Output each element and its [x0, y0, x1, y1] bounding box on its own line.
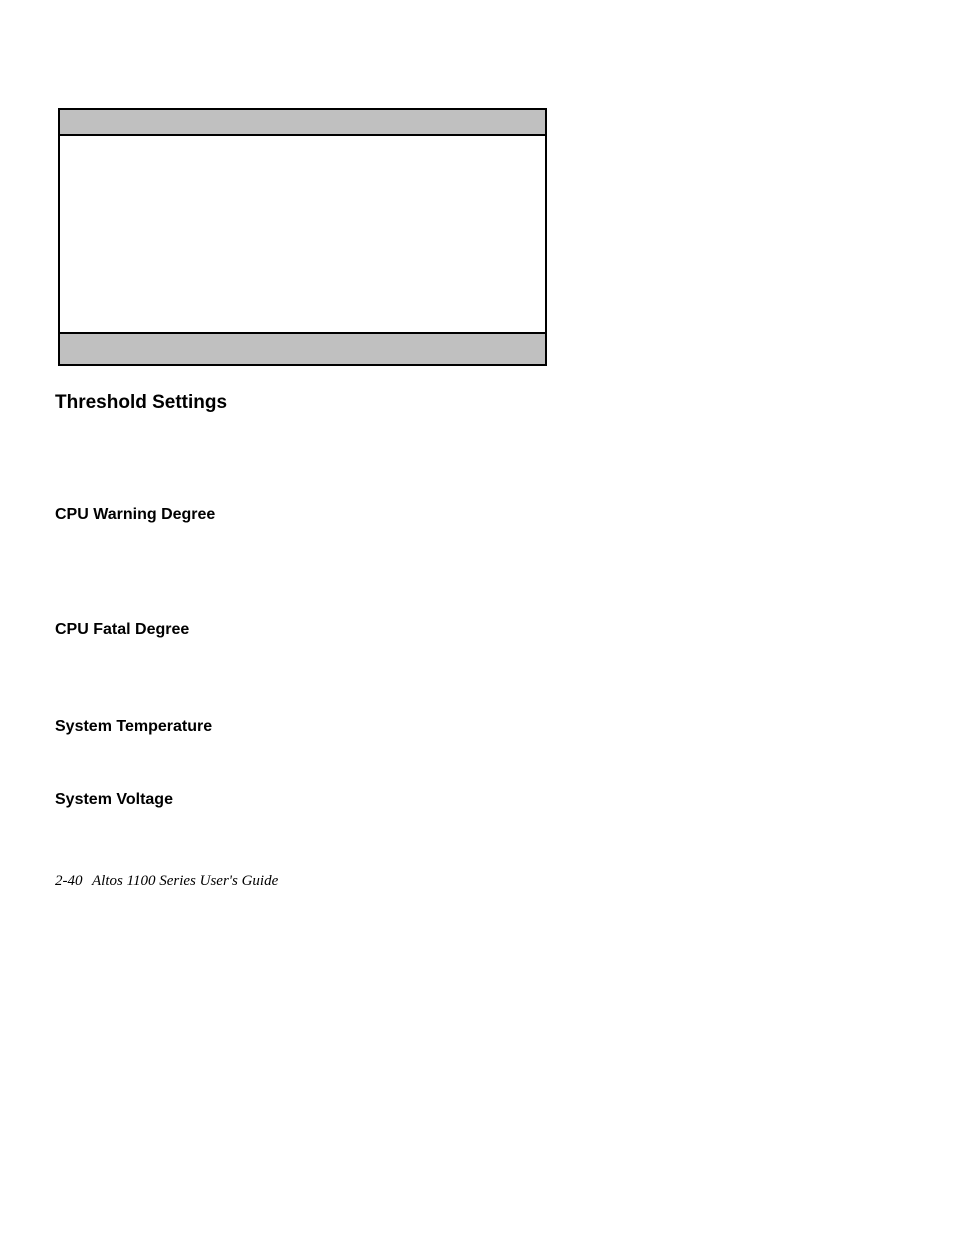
figure-middle-area [60, 136, 545, 334]
heading-threshold-settings: Threshold Settings [55, 392, 227, 414]
footer-title: Altos 1100 Series User's Guide [92, 873, 278, 889]
heading-cpu-warning-degree: CPU Warning Degree [55, 506, 215, 524]
heading-system-voltage: System Voltage [55, 791, 173, 809]
footer-page-number: 2-40 [55, 873, 83, 889]
document-page: Threshold Settings CPU Warning Degree CP… [0, 0, 954, 1235]
figure-bottom-band [60, 334, 545, 364]
page-footer: 2-40 Altos 1100 Series User's Guide [55, 873, 278, 890]
heading-system-temperature: System Temperature [55, 718, 212, 736]
figure-placeholder [58, 108, 547, 366]
figure-top-band [60, 110, 545, 136]
heading-cpu-fatal-degree: CPU Fatal Degree [55, 621, 189, 639]
